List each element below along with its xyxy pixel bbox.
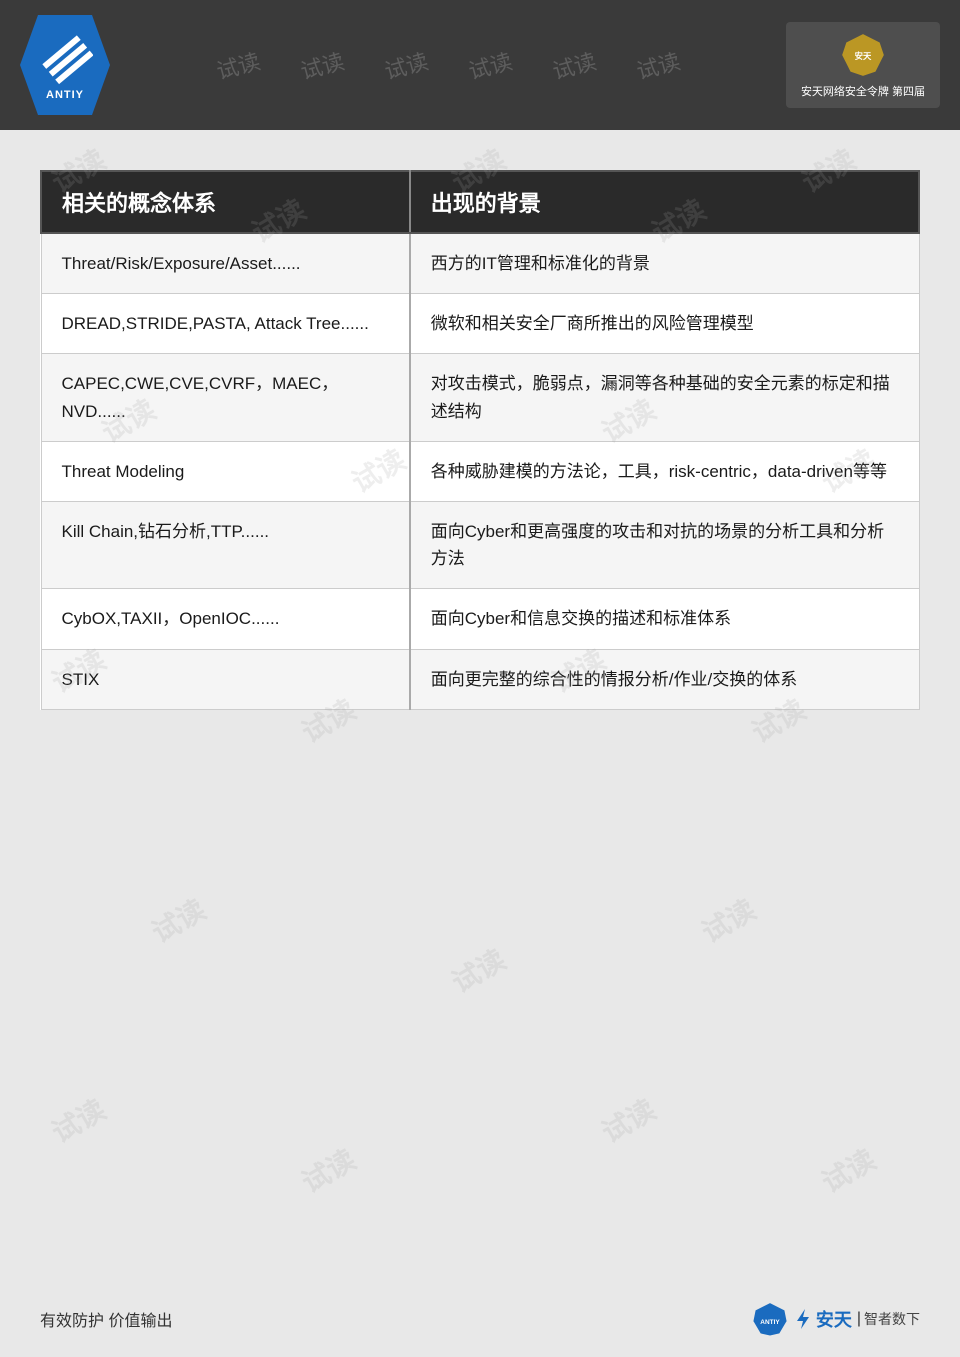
- table-row: CybOX,TAXII，OpenIOC......面向Cyber和信息交换的描述…: [41, 589, 919, 649]
- concept-cell-4: Kill Chain,钻石分析,TTP......: [41, 501, 410, 588]
- wm-body-14: 试读: [144, 889, 213, 952]
- background-cell-0: 西方的IT管理和标准化的背景: [410, 233, 919, 294]
- table-row: Threat Modeling各种威胁建模的方法论，工具，risk-centri…: [41, 441, 919, 501]
- col2-header: 出现的背景: [410, 171, 919, 233]
- watermark-1: 试读: [213, 44, 264, 86]
- wm-body-17: 试读: [44, 1089, 113, 1152]
- concept-cell-0: Threat/Risk/Exposure/Asset......: [41, 233, 410, 294]
- concept-cell-2: CAPEC,CWE,CVE,CVRF，MAEC，NVD......: [41, 354, 410, 441]
- lightning-icon: [793, 1307, 813, 1331]
- footer-brand-name: 安天: [816, 1306, 852, 1332]
- background-cell-5: 面向Cyber和信息交换的描述和标准体系: [410, 589, 919, 649]
- background-cell-6: 面向更完整的综合性的情报分析/作业/交换的体系: [410, 649, 919, 709]
- logo: ANTIY: [20, 15, 110, 115]
- svg-text:ANTIY: ANTIY: [760, 1319, 780, 1326]
- wm-body-20: 试读: [814, 1139, 883, 1202]
- brand-icon: 安天: [838, 30, 888, 80]
- watermark-6: 试读: [633, 44, 684, 86]
- logo-text: ANTIY: [46, 89, 84, 101]
- brand-subtitle: 安天网络安全令牌 第四届: [801, 85, 925, 100]
- wm-body-18: 试读: [294, 1139, 363, 1202]
- watermark-5: 试读: [549, 44, 600, 86]
- wm-body-19: 试读: [594, 1089, 663, 1152]
- table-row: STIX面向更完整的综合性的情报分析/作业/交换的体系: [41, 649, 919, 709]
- table-row: Threat/Risk/Exposure/Asset......西方的IT管理和…: [41, 233, 919, 294]
- header-brand: 安天 安天网络安全令牌 第四届: [786, 22, 940, 108]
- header: ANTIY 试读 试读 试读 试读 试读 试读 安天 安天网络安全令牌 第四届: [0, 0, 960, 130]
- table-row: Kill Chain,钻石分析,TTP......面向Cyber和更高强度的攻击…: [41, 501, 919, 588]
- background-cell-2: 对攻击模式，脆弱点，漏洞等各种基础的安全元素的标定和描述结构: [410, 354, 919, 441]
- footer-logo-icon: ANTIY: [752, 1301, 788, 1337]
- concept-cell-5: CybOX,TAXII，OpenIOC......: [41, 589, 410, 649]
- col1-header: 相关的概念体系: [41, 171, 410, 233]
- table-row: DREAD,STRIDE,PASTA, Attack Tree......微软和…: [41, 294, 919, 354]
- concept-cell-6: STIX: [41, 649, 410, 709]
- watermark-2: 试读: [297, 44, 348, 86]
- watermark-4: 试读: [465, 44, 516, 86]
- concept-cell-3: Threat Modeling: [41, 441, 410, 501]
- concept-cell-1: DREAD,STRIDE,PASTA, Attack Tree......: [41, 294, 410, 354]
- background-cell-4: 面向Cyber和更高强度的攻击和对抗的场景的分析工具和分析方法: [410, 501, 919, 588]
- table-row: CAPEC,CWE,CVE,CVRF，MAEC，NVD......对攻击模式，脆…: [41, 354, 919, 441]
- wm-body-16: 试读: [694, 889, 763, 952]
- main-content: 相关的概念体系 出现的背景 Threat/Risk/Exposure/Asset…: [0, 130, 960, 730]
- footer-brand: ANTIY 安天 | 智者数下: [752, 1301, 920, 1337]
- logo-icon: [38, 30, 93, 85]
- watermark-3: 试读: [381, 44, 432, 86]
- background-cell-3: 各种威胁建模的方法论，工具，risk-centric，data-driven等等: [410, 441, 919, 501]
- footer: 有效防护 价值输出 ANTIY 安天 | 智者数下: [0, 1301, 960, 1337]
- wm-body-15: 试读: [444, 939, 513, 1002]
- header-watermarks: 试读 试读 试读 试读 试读 试读: [110, 49, 786, 81]
- svg-text:安天: 安天: [855, 51, 872, 61]
- concept-table: 相关的概念体系 出现的背景 Threat/Risk/Exposure/Asset…: [40, 170, 920, 710]
- background-cell-1: 微软和相关安全厂商所推出的风险管理模型: [410, 294, 919, 354]
- footer-slogan: 有效防护 价值输出: [40, 1307, 172, 1331]
- footer-sub-slogan: 智者数下: [864, 1309, 920, 1329]
